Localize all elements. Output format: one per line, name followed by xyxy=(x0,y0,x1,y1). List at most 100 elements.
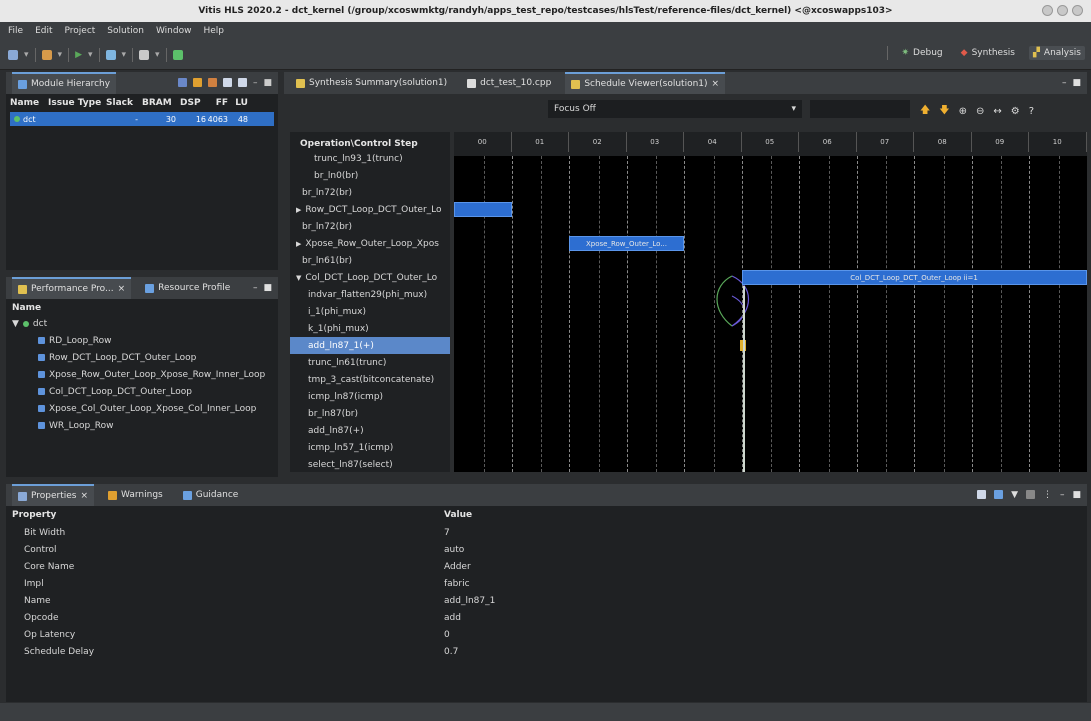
minimize-panel-icon[interactable]: – xyxy=(1060,490,1065,500)
settings-icon[interactable]: ⚙ xyxy=(1011,106,1020,117)
maximize-panel-icon[interactable]: ■ xyxy=(263,283,272,293)
chevron-right-icon[interactable]: ▶ xyxy=(296,240,301,248)
close-tab-icon[interactable]: × xyxy=(712,79,720,89)
expand-icon[interactable] xyxy=(237,78,247,87)
minimize-panel-icon[interactable]: – xyxy=(1062,78,1067,88)
op-row[interactable]: add_ln87(+) xyxy=(290,422,450,439)
pin-icon[interactable] xyxy=(977,490,987,499)
resource-icon[interactable] xyxy=(207,78,217,87)
op-row[interactable]: trunc_ln61(trunc) xyxy=(290,354,450,371)
advanced-icon[interactable] xyxy=(1025,490,1035,499)
col-bram[interactable]: BRAM xyxy=(142,98,180,110)
list-item[interactable]: Col_DCT_Loop_DCT_Outer_Loop xyxy=(12,383,272,400)
op-row[interactable]: ▶ Row_DCT_Loop_DCT_Outer_Lo xyxy=(290,201,450,218)
tab-schedule-viewer[interactable]: Schedule Viewer(solution1) × xyxy=(565,72,726,94)
menu-file[interactable]: File xyxy=(8,26,23,36)
table-row[interactable]: Schedule Delay 0.7 xyxy=(6,643,1087,660)
help-icon[interactable]: ? xyxy=(1029,106,1034,117)
op-row[interactable]: k_1(phi_mux) xyxy=(290,320,450,337)
menu-edit[interactable]: Edit xyxy=(35,26,52,36)
maximize-panel-icon[interactable]: ■ xyxy=(263,78,272,88)
zoom-fit-icon[interactable]: ↔ xyxy=(993,106,1001,117)
perf-col-name[interactable]: Name xyxy=(6,299,278,315)
col-dsp[interactable]: DSP xyxy=(180,98,206,110)
col-lu[interactable]: LU xyxy=(228,98,248,110)
op-row[interactable]: i_1(phi_mux) xyxy=(290,303,450,320)
categories-icon[interactable] xyxy=(994,490,1004,499)
maximize-panel-icon[interactable]: ■ xyxy=(1072,78,1081,88)
perspective-debug[interactable]: ✷ Debug xyxy=(898,46,947,60)
perspective-analysis[interactable]: ▞ Analysis xyxy=(1028,46,1085,60)
op-row[interactable]: trunc_ln93_1(trunc) xyxy=(290,150,450,167)
more-options-icon[interactable]: ⋮ xyxy=(1043,490,1052,500)
chevron-down-icon[interactable]: ▾ xyxy=(155,50,160,60)
table-row[interactable]: dct - 30 16 4063 48 xyxy=(10,112,274,126)
chevron-down-icon[interactable]: ▾ xyxy=(88,50,93,60)
col-name[interactable]: Name xyxy=(10,98,48,110)
list-item[interactable]: Xpose_Row_Outer_Loop_Xpose_Row_Inner_Loo… xyxy=(12,366,272,383)
col-ff[interactable]: FF xyxy=(206,98,228,110)
filter-icon[interactable]: ▼ xyxy=(1011,490,1018,500)
export-icon[interactable] xyxy=(105,49,116,60)
table-row[interactable]: Name add_ln87_1 xyxy=(6,592,1087,609)
maximize-panel-icon[interactable]: ■ xyxy=(1072,490,1081,500)
close-window-button[interactable] xyxy=(1072,5,1083,16)
arrow-down-icon[interactable]: 🡇 xyxy=(939,103,949,120)
op-row[interactable]: add_ln87_1(+) xyxy=(290,337,450,354)
minimize-panel-icon[interactable]: – xyxy=(253,283,258,293)
chevron-down-icon[interactable]: ▾ xyxy=(122,50,127,60)
filter-icon[interactable] xyxy=(177,78,187,87)
op-row[interactable]: icmp_ln87(icmp) xyxy=(290,388,450,405)
table-row[interactable]: Opcode add xyxy=(6,609,1087,626)
zoom-out-icon[interactable]: ⊖ xyxy=(976,106,984,117)
schedule-bar[interactable]: Xpose_Row_Outer_Lo... xyxy=(569,236,684,251)
terminal-icon[interactable] xyxy=(172,49,183,60)
tab-properties[interactable]: Properties × xyxy=(12,484,95,506)
chevron-down-icon[interactable]: ▼ xyxy=(12,319,19,329)
collapse-icon[interactable] xyxy=(222,78,232,87)
warning-icon[interactable] xyxy=(192,78,202,87)
close-tab-icon[interactable]: × xyxy=(118,284,126,294)
minimize-panel-icon[interactable]: – xyxy=(253,78,258,88)
arrow-up-icon[interactable]: 🡅 xyxy=(920,103,930,120)
settings-icon[interactable] xyxy=(41,49,52,60)
menu-solution[interactable]: Solution xyxy=(107,26,144,36)
search-input[interactable] xyxy=(810,100,910,118)
perspective-synthesis[interactable]: ◆ Synthesis xyxy=(957,46,1019,60)
op-row[interactable]: select_ln87(select) xyxy=(290,456,450,472)
tree-item-dct[interactable]: ▼ dct xyxy=(12,315,272,332)
schedule-bar[interactable]: Col_DCT_Loop_DCT_Outer_Loop ii=1 xyxy=(741,270,1087,285)
table-row[interactable]: Core Name Adder xyxy=(6,558,1087,575)
col-slack[interactable]: Slack xyxy=(106,98,142,110)
op-row[interactable]: br_ln72(br) xyxy=(290,184,450,201)
run-icon[interactable]: ▶ xyxy=(75,50,82,60)
col-value[interactable]: Value xyxy=(444,510,472,520)
menu-window[interactable]: Window xyxy=(156,26,192,36)
report-icon[interactable] xyxy=(139,49,150,60)
chevron-down-icon[interactable]: ▼ xyxy=(296,274,301,282)
list-item[interactable]: Xpose_Col_Outer_Loop_Xpose_Col_Inner_Loo… xyxy=(12,400,272,417)
op-row[interactable]: br_ln87(br) xyxy=(290,405,450,422)
list-item[interactable]: RD_Loop_Row xyxy=(12,332,272,349)
op-row[interactable]: ▼ Col_DCT_Loop_DCT_Outer_Lo xyxy=(290,269,450,286)
close-tab-icon[interactable]: × xyxy=(80,491,88,501)
chevron-down-icon[interactable]: ▾ xyxy=(58,50,63,60)
chevron-right-icon[interactable]: ▶ xyxy=(296,206,301,214)
tab-dct-test-cpp[interactable]: dct_test_10.cpp xyxy=(461,72,557,94)
tab-module-hierarchy[interactable]: Module Hierarchy xyxy=(12,72,117,94)
op-row[interactable]: br_ln0(br) xyxy=(290,167,450,184)
list-item[interactable]: WR_Loop_Row xyxy=(12,417,272,434)
schedule-bar[interactable] xyxy=(454,202,512,217)
table-row[interactable]: Control auto xyxy=(6,541,1087,558)
op-row[interactable]: br_ln72(br) xyxy=(290,218,450,235)
tab-guidance[interactable]: Guidance xyxy=(177,484,245,506)
table-row[interactable]: Bit Width 7 xyxy=(6,524,1087,541)
tab-warnings[interactable]: Warnings xyxy=(102,484,169,506)
minimize-button[interactable] xyxy=(1042,5,1053,16)
list-item[interactable]: Row_DCT_Loop_DCT_Outer_Loop xyxy=(12,349,272,366)
tab-synthesis-summary[interactable]: Synthesis Summary(solution1) xyxy=(290,72,453,94)
op-row[interactable]: indvar_flatten29(phi_mux) xyxy=(290,286,450,303)
maximize-button[interactable] xyxy=(1057,5,1068,16)
col-property[interactable]: Property xyxy=(6,510,444,520)
zoom-in-icon[interactable]: ⊕ xyxy=(959,106,967,117)
